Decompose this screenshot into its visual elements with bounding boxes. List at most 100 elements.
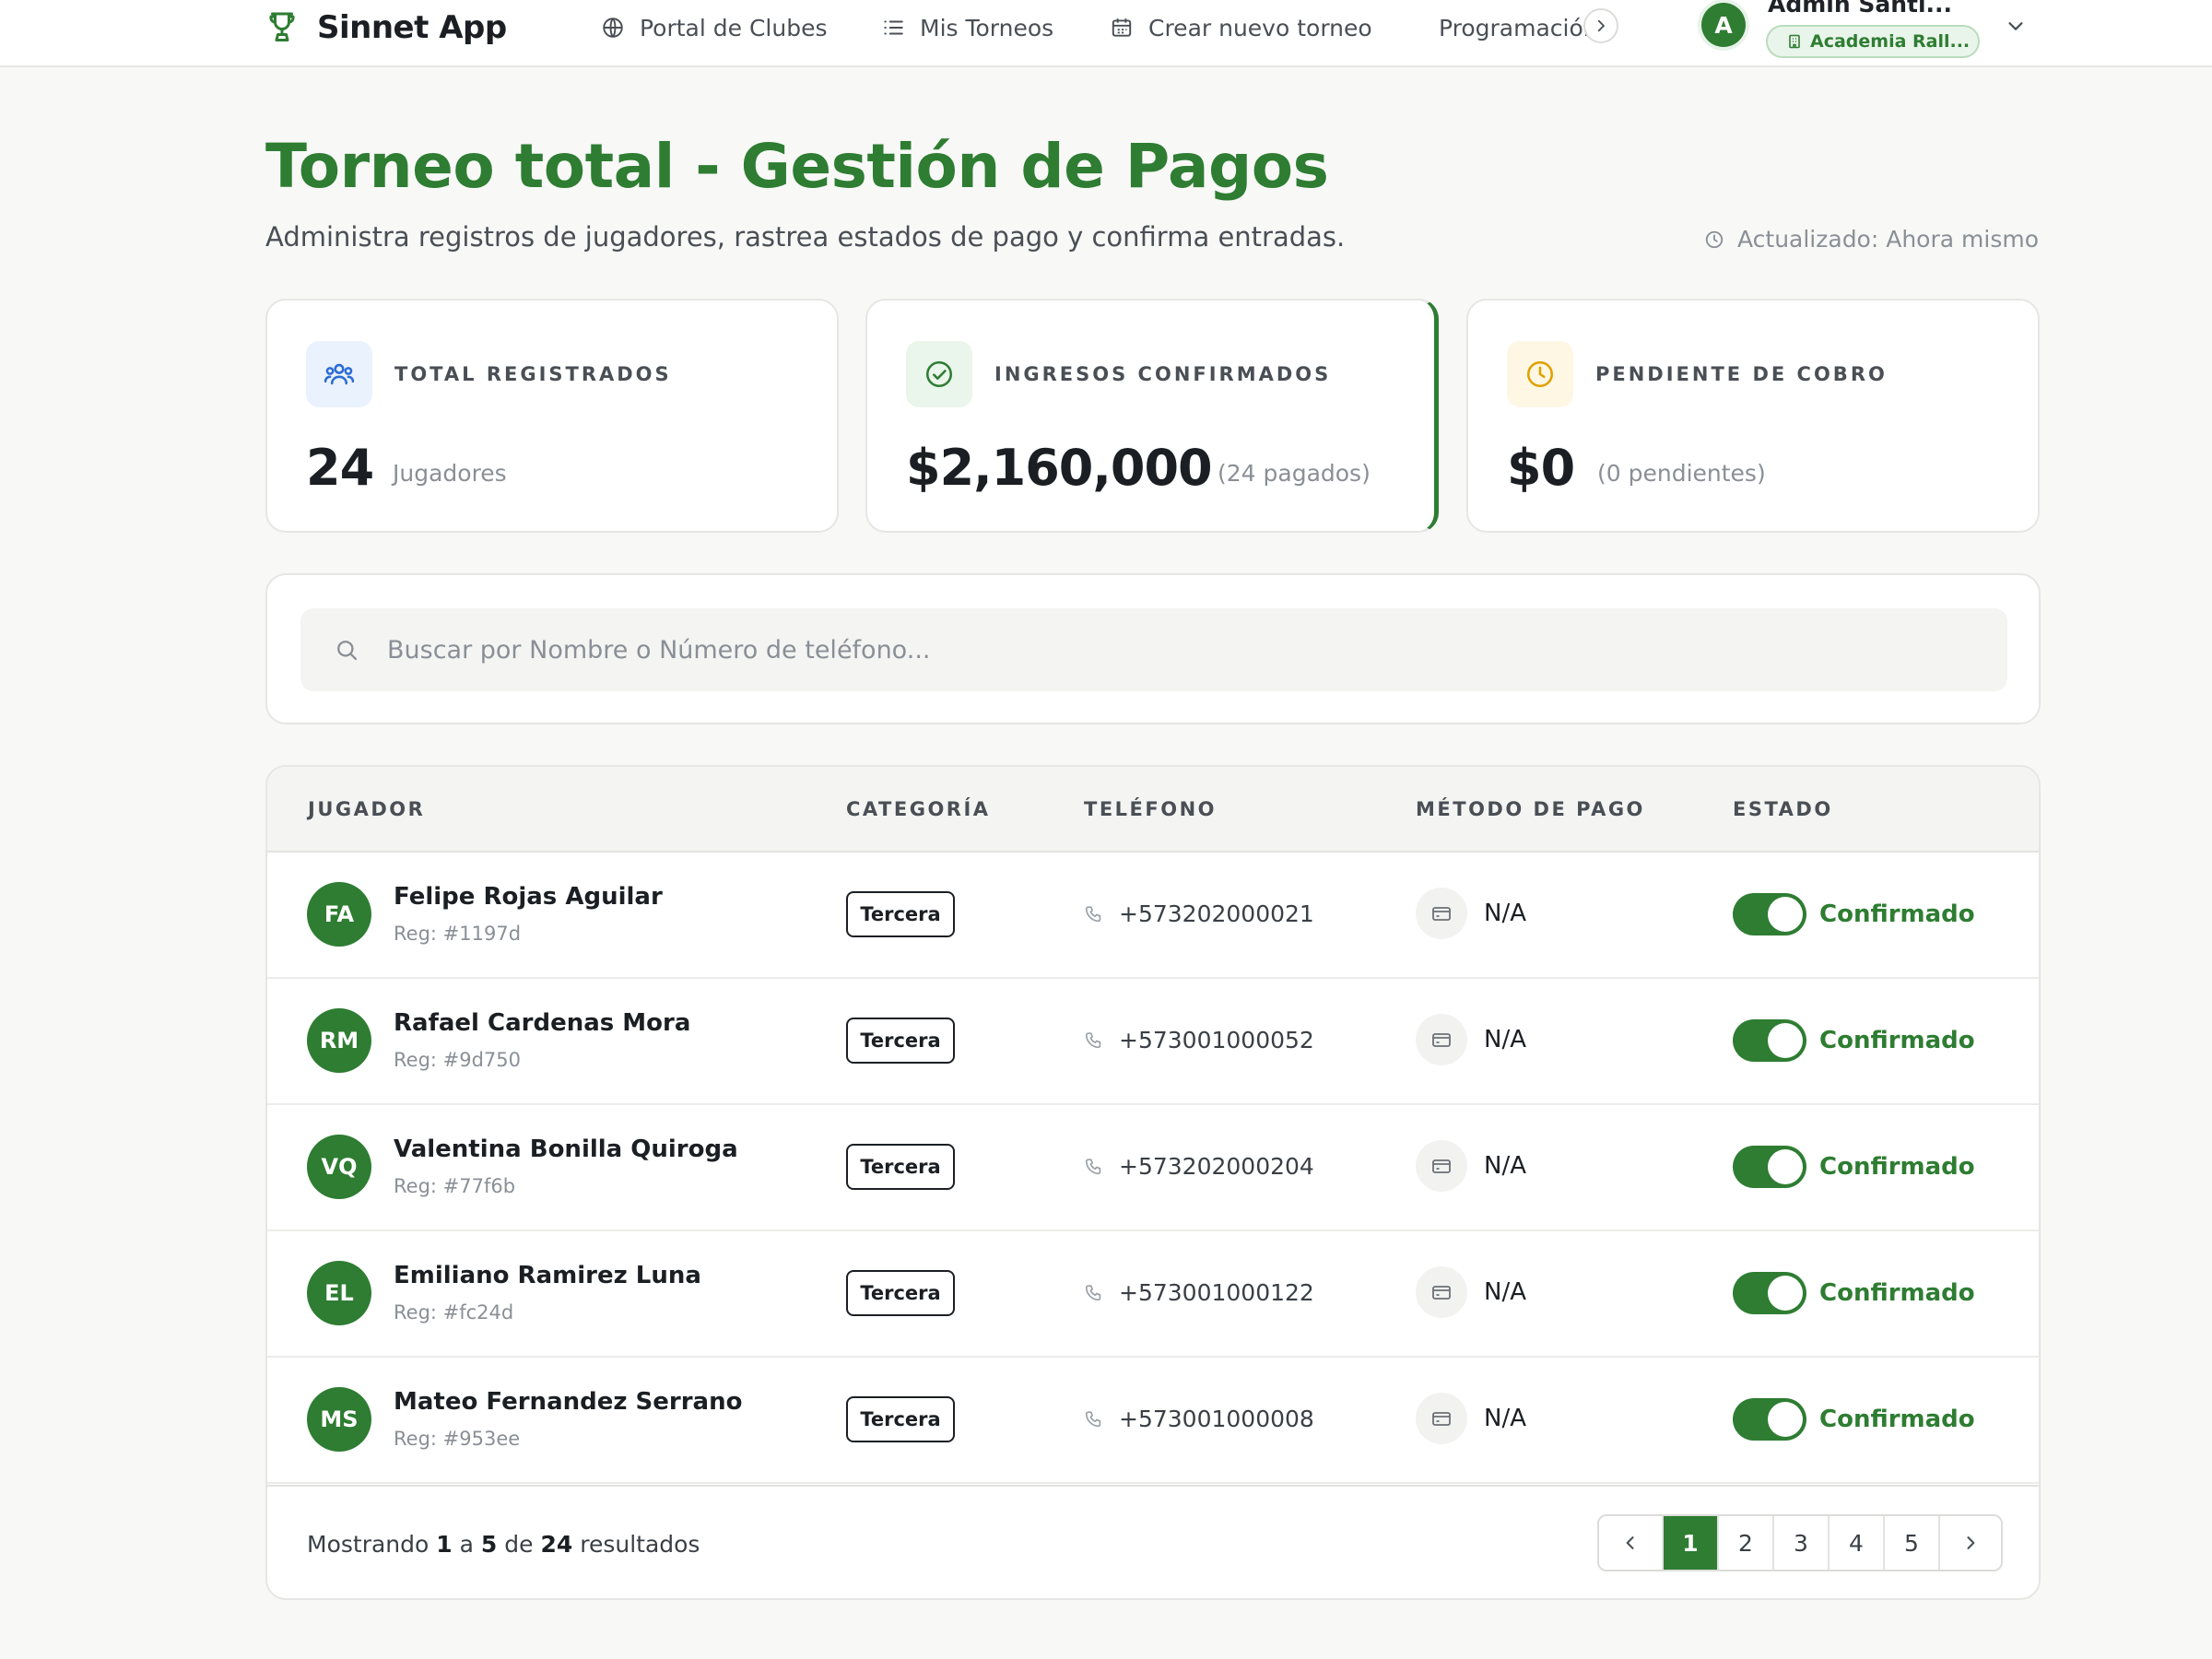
pagination-page-1[interactable]: 1 <box>1662 1516 1717 1570</box>
player-phone: +573001000008 <box>1084 1406 1314 1432</box>
player-phone: +573001000052 <box>1084 1027 1314 1053</box>
building-icon <box>1789 34 1800 49</box>
user-avatar[interactable]: A <box>1701 3 1746 47</box>
brand[interactable]: Sinnet App <box>265 4 507 52</box>
nav-item-label: Programación <box>1439 14 1588 41</box>
table-header: JUGADOR CATEGORÍA TELÉFONO MÉTODO DE PAG… <box>267 767 2039 853</box>
stat-label: TOTAL REGISTRADOS <box>394 363 672 385</box>
credit-card-icon <box>1432 1412 1451 1426</box>
phone-icon <box>1085 1158 1101 1174</box>
credit-card-icon <box>1432 1033 1451 1047</box>
player-reg: Reg: #9d750 <box>394 1049 522 1071</box>
category-badge: Tercera <box>846 1144 955 1190</box>
phone-icon <box>1085 1031 1101 1048</box>
search-card <box>265 573 2041 724</box>
payment-method-text: N/A <box>1484 1152 1526 1180</box>
payment-method: N/A <box>1416 1393 1526 1444</box>
payment-method-text: N/A <box>1484 1405 1526 1432</box>
payment-status: Confirmado <box>1733 1272 1975 1314</box>
phone-text: +573202000021 <box>1119 900 1314 927</box>
table-row[interactable]: EL Emiliano Ramirez Luna Reg: #fc24d Tercer… <box>267 1231 2039 1358</box>
status-toggle[interactable] <box>1733 1019 1806 1062</box>
payment-icon-wrap <box>1416 1266 1467 1318</box>
nav-item-programacion[interactable]: Programación <box>1424 4 1588 52</box>
stat-label: PENDIENTE DE COBRO <box>1595 363 1888 385</box>
calendar-icon <box>1112 18 1132 37</box>
player-avatar: FA <box>307 882 371 947</box>
chevron-right-icon <box>1967 1536 1975 1549</box>
pagination-prev-button[interactable] <box>1599 1516 1662 1570</box>
payment-method: N/A <box>1416 888 1526 939</box>
stat-sub: (0 pendientes) <box>1597 460 1766 487</box>
stat-card-pendiente-cobro: PENDIENTE DE COBRO $0 (0 pendientes) <box>1466 299 2040 533</box>
table-row[interactable]: RM Rafael Cardenas Mora Reg: #9d750 Tercera… <box>267 979 2039 1105</box>
phone-text: +573001000008 <box>1119 1406 1314 1432</box>
player-phone: +573202000021 <box>1084 900 1314 927</box>
user-org-label: Academia Rall... <box>1810 31 1971 52</box>
player-name: Mateo Fernandez Serrano <box>394 1388 743 1416</box>
user-org-badge[interactable]: Academia Rall... <box>1766 25 1980 58</box>
clock-icon <box>1526 360 1554 388</box>
search-input[interactable] <box>387 635 1954 665</box>
player-name: Felipe Rojas Aguilar <box>394 883 663 911</box>
status-label: Confirmado <box>1819 1406 1975 1433</box>
status-toggle[interactable] <box>1733 1398 1806 1441</box>
payment-method-text: N/A <box>1484 1026 1526 1053</box>
payment-icon-wrap <box>1416 1393 1467 1444</box>
list-icon <box>884 20 903 35</box>
status-toggle[interactable] <box>1733 1272 1806 1314</box>
payment-status: Confirmado <box>1733 1146 1975 1188</box>
payment-status: Confirmado <box>1733 1019 1975 1062</box>
stat-sub: (24 pagados) <box>1218 460 1371 487</box>
category-badge: Tercera <box>846 1396 955 1442</box>
payment-method: N/A <box>1416 1140 1526 1192</box>
table-row[interactable]: FA Felipe Rojas Aguilar Reg: #1197d Tercera… <box>267 853 2039 979</box>
nav-item-mis-torneos[interactable]: Mis Torneos <box>881 4 1053 52</box>
user-name[interactable]: Admin Santi... <box>1768 0 1952 18</box>
player-avatar: EL <box>307 1261 371 1325</box>
nav-scroll-right-button[interactable] <box>1583 8 1618 43</box>
column-header-estado: ESTADO <box>1733 798 1833 820</box>
player-reg: Reg: #77f6b <box>394 1175 516 1197</box>
nav-item-crear-torneo[interactable]: Crear nuevo torneo <box>1110 4 1372 52</box>
nav-item-label: Portal de Clubes <box>640 14 828 41</box>
status-toggle[interactable] <box>1733 1146 1806 1188</box>
player-reg: Reg: #953ee <box>394 1428 521 1450</box>
player-phone: +573202000204 <box>1084 1153 1314 1180</box>
globe-icon <box>603 18 623 38</box>
credit-card-icon <box>1432 1159 1451 1173</box>
credit-card-icon <box>1432 1286 1451 1300</box>
stat-value: $2,160,000 <box>906 439 1213 497</box>
category-badge: Tercera <box>846 1018 955 1064</box>
brand-name: Sinnet App <box>317 9 507 46</box>
pagination-page-5[interactable]: 5 <box>1883 1516 1938 1570</box>
chevron-down-icon[interactable] <box>2006 16 2026 36</box>
phone-icon <box>1085 905 1101 922</box>
player-name: Emiliano Ramirez Luna <box>394 1262 701 1289</box>
pagination-page-2[interactable]: 2 <box>1717 1516 1772 1570</box>
nav-item-label: Mis Torneos <box>920 14 1054 41</box>
stat-icon-wrap <box>906 341 972 407</box>
table-row[interactable]: MS Mateo Fernandez Serrano Reg: #953ee Terc… <box>267 1358 2039 1484</box>
phone-text: +573202000204 <box>1119 1153 1314 1180</box>
search-box[interactable] <box>300 608 2007 691</box>
stat-icon-wrap <box>1507 341 1573 407</box>
column-header-categoria: CATEGORÍA <box>846 798 991 820</box>
players-table: JUGADOR CATEGORÍA TELÉFONO MÉTODO DE PAG… <box>265 765 2041 1600</box>
pagination-next-button[interactable] <box>1938 1516 2001 1570</box>
stat-value: $0 <box>1507 439 1575 497</box>
nav-item-portal-clubes[interactable]: Portal de Clubes <box>601 4 828 52</box>
status-toggle[interactable] <box>1733 893 1806 935</box>
table-row[interactable]: VQ Valentina Bonilla Quiroga Reg: #77f6b Te… <box>267 1105 2039 1231</box>
phone-icon <box>1085 1284 1101 1300</box>
player-reg: Reg: #1197d <box>394 923 522 945</box>
payment-method-text: N/A <box>1484 1278 1526 1306</box>
category-badge: Tercera <box>846 891 955 937</box>
player-phone: +573001000122 <box>1084 1279 1314 1306</box>
pagination-page-3[interactable]: 3 <box>1772 1516 1828 1570</box>
pagination-page-4[interactable]: 4 <box>1828 1516 1883 1570</box>
status-label: Confirmado <box>1819 1027 1975 1054</box>
status-label: Confirmado <box>1819 1279 1975 1307</box>
stat-value: 24 <box>306 439 374 497</box>
payment-status: Confirmado <box>1733 893 1975 935</box>
